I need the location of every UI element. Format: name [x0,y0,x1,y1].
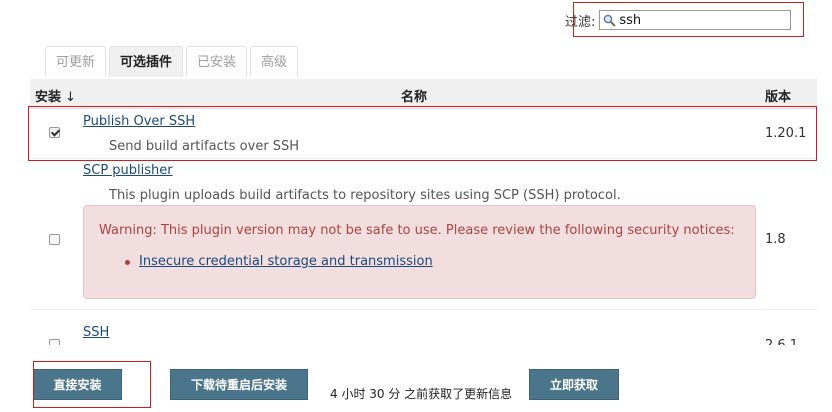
plugin-table-header: 安装 ↓ 名称 版本 [30,79,817,109]
download-restart-button[interactable]: 下载待重启后安装 [170,369,308,400]
tab-updates[interactable]: 可更新 [45,46,107,77]
plugin-name-link[interactable]: Publish Over SSH [83,114,195,129]
install-column-header[interactable]: 安装 ↓ [35,86,76,105]
search-icon [603,14,617,27]
security-notice-link[interactable]: Insecure credential storage and transmis… [139,254,433,269]
install-checkbox[interactable] [49,127,60,138]
sort-arrow-icon: ↓ [65,90,76,105]
name-column-header[interactable]: 名称 [401,86,427,105]
filter-input[interactable] [616,12,780,28]
table-row: Publish Over SSH Send build artifacts ov… [30,110,817,159]
table-row: SCP publisher This plugin uploads build … [30,160,817,310]
warning-text: Warning: This plugin version may not be … [99,223,735,238]
version-column-header[interactable]: 版本 [765,86,791,105]
security-warning: Warning: This plugin version may not be … [83,205,756,299]
filter-label: 过滤: [565,14,596,30]
plugin-name-link[interactable]: SSH [83,325,109,340]
tab-advanced[interactable]: 高级 [250,46,299,77]
filter-bar: 过滤: [565,9,792,31]
bullet-icon [125,260,130,265]
install-header-label: 安装 [35,90,62,105]
plugin-version: 1.8 [765,232,786,247]
filter-box[interactable] [599,10,792,30]
plugin-version: 1.20.1 [765,126,807,141]
plugin-description: This plugin uploads build artifacts to r… [109,188,621,203]
plugin-name-link[interactable]: SCP publisher [83,163,173,178]
tab-available[interactable]: 可选插件 [109,46,184,77]
install-checkbox[interactable] [49,234,60,245]
update-info-text: 4 小时 30 分 之前获取了更新信息 [330,387,513,401]
tab-installed[interactable]: 已安装 [186,46,248,77]
install-now-button[interactable]: 直接安装 [33,369,122,400]
plugin-description: Send build artifacts over SSH [109,139,300,154]
plugin-tabs: 可更新 可选插件 已安装 高级 [45,46,301,77]
check-now-button[interactable]: 立即获取 [529,369,619,400]
